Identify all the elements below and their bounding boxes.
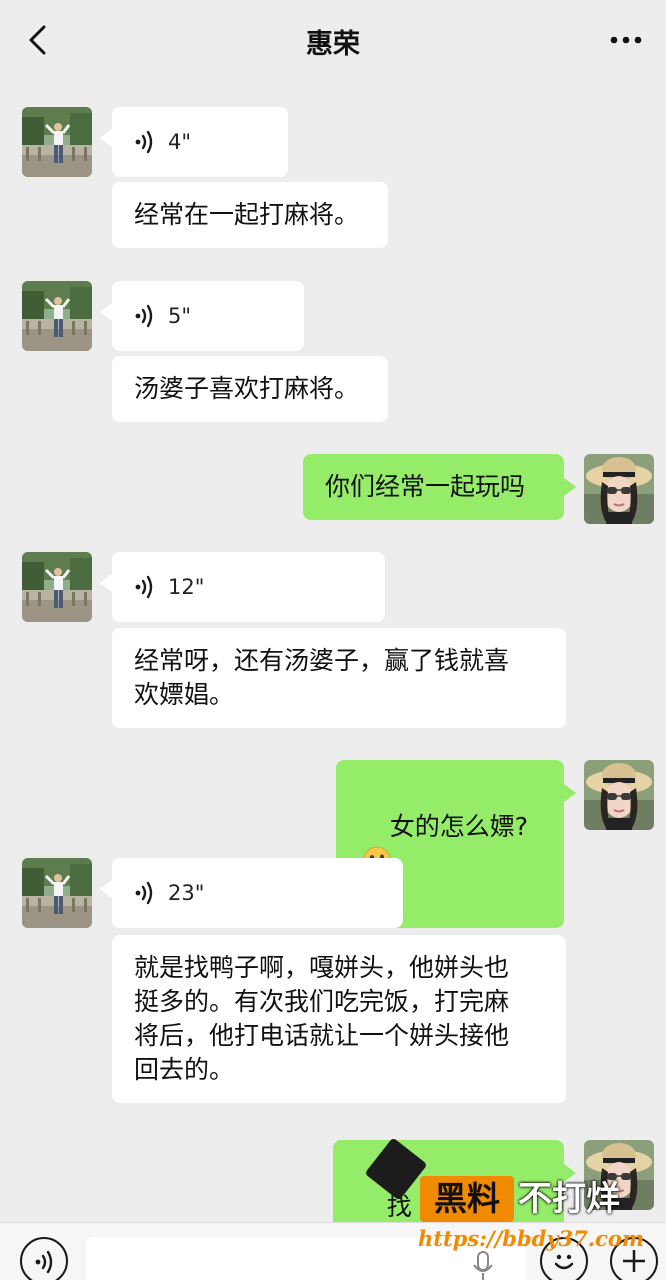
ellipsis-icon[interactable] xyxy=(610,36,642,44)
watermark: 黑料 不打烊 https://bbdy37.com xyxy=(418,1172,654,1262)
chat-area[interactable]: 4" 经常在一起打麻将。 5" 汤婆子喜欢打麻将。 你们经常一起玩吗 12" 经… xyxy=(0,82,666,1280)
text-message[interactable]: 就是找鸭子啊，嘎姘头，他姘头也 挺多的。有次我们吃完饭，打完麻 将后，他打电话就… xyxy=(112,935,566,1103)
watermark-url: https://bbdy37.com xyxy=(418,1226,645,1251)
contact-avatar[interactable] xyxy=(22,552,92,622)
my-avatar[interactable] xyxy=(584,454,654,524)
watermark-box: 黑料 xyxy=(420,1176,514,1222)
outgoing-message-text: 女的怎么嫖? xyxy=(389,812,529,841)
contact-avatar[interactable] xyxy=(22,107,92,177)
top-bar: 惠荣 xyxy=(0,0,666,82)
voice-duration: 4" xyxy=(168,130,192,154)
contact-avatar[interactable] xyxy=(22,858,92,928)
watermark-text: 不打烊 xyxy=(518,1179,620,1219)
text-message[interactable]: 汤婆子喜欢打麻将。 xyxy=(112,356,388,422)
text-message[interactable]: 经常在一起打麻将。 xyxy=(112,182,388,248)
text-message[interactable]: 经常呀，还有汤婆子，赢了钱就喜 欢嫖娼。 xyxy=(112,628,566,728)
contact-avatar[interactable] xyxy=(22,281,92,351)
voice-message[interactable]: 23" xyxy=(100,858,403,928)
voice-duration: 12" xyxy=(168,575,205,599)
voice-duration: 23" xyxy=(168,881,205,905)
chat-title: 惠荣 xyxy=(306,29,360,60)
voice-duration: 5" xyxy=(168,304,192,328)
my-avatar[interactable] xyxy=(584,760,654,830)
voice-wave-icon xyxy=(134,129,156,155)
voice-icon xyxy=(34,1249,56,1275)
voice-wave-icon xyxy=(134,303,156,329)
voice-wave-icon xyxy=(134,880,156,906)
voice-message[interactable]: 5" xyxy=(100,281,304,351)
voice-message[interactable]: 4" xyxy=(100,107,288,177)
voice-message[interactable]: 12" xyxy=(100,552,385,622)
outgoing-message[interactable]: 你们经常一起玩吗 xyxy=(303,454,576,520)
voice-wave-icon xyxy=(134,574,156,600)
voice-toggle-button[interactable] xyxy=(20,1237,68,1280)
